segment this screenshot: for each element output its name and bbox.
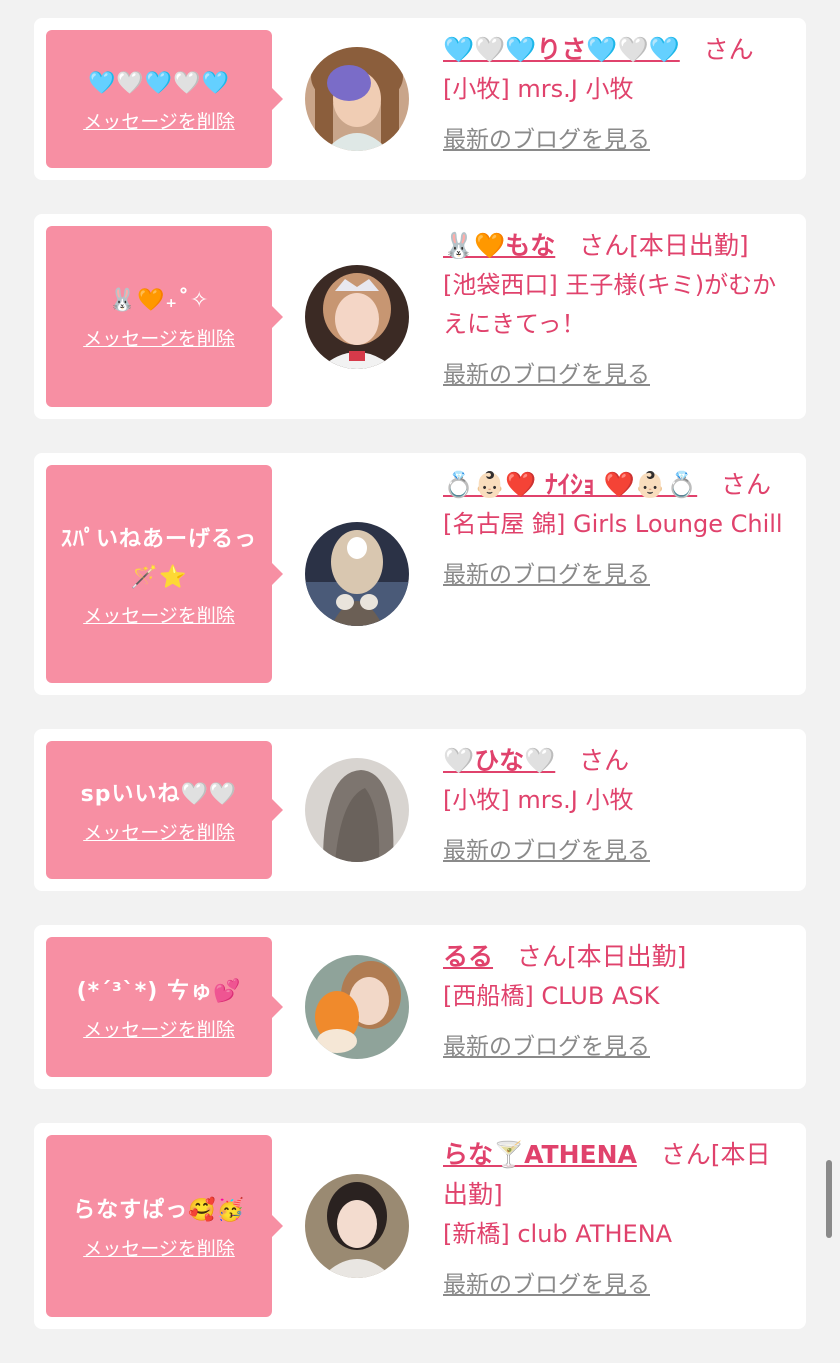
honorific: さん: [721, 470, 772, 499]
attendance-status: [本日出勤]: [629, 231, 749, 260]
honorific: さん: [579, 231, 630, 260]
cast-info: 🤍ひな🤍 さん [小牧] mrs.J 小牧 最新のブログを見る: [443, 729, 806, 878]
list-item: らなすぱっ🥰🥳 メッセージを削除 らな🍸ATHENA さん[本日出勤] [新橋]…: [34, 1123, 806, 1329]
avatar[interactable]: [305, 955, 409, 1059]
cast-info: 🐰🧡もな さん[本日出勤] [池袋西口] 王子様(キミ)がむかえにきてっ！ 最新…: [443, 214, 806, 402]
latest-blog-link[interactable]: 最新のブログを見る: [443, 834, 650, 868]
message-text: ｽﾊﾟいねあーげるっ🪄⭐️: [60, 526, 257, 590]
list-item: spいいね🤍🤍 メッセージを削除 🤍ひな🤍 さん [小牧] mrs.J 小牧 最…: [34, 729, 806, 891]
honorific: さん: [703, 35, 754, 64]
profile-photo-icon: [305, 758, 409, 862]
name-line: 🐰🧡もな さん[本日出勤]: [443, 226, 790, 266]
avatar[interactable]: [305, 264, 409, 369]
cast-info: るる さん[本日出勤] [西船橋] CLUB ASK 最新のブログを見る: [443, 925, 806, 1074]
honorific: さん: [516, 942, 567, 971]
name-line: らな🍸ATHENA さん[本日出勤]: [443, 1135, 790, 1215]
cast-name-link[interactable]: 🐰🧡もな: [443, 231, 555, 260]
shop-name: [小牧] mrs.J 小牧: [443, 75, 634, 103]
cast-info: らな🍸ATHENA さん[本日出勤] [新橋] club ATHENA 最新のブ…: [443, 1123, 806, 1312]
cast-name-link[interactable]: 🤍ひな🤍: [443, 746, 555, 775]
latest-blog-link[interactable]: 最新のブログを見る: [443, 1030, 650, 1064]
message-bubble: 🩵🤍🩵🤍🩵 メッセージを削除: [46, 30, 283, 168]
message-bubble: ｽﾊﾟいねあーげるっ🪄⭐️ メッセージを削除: [46, 465, 283, 683]
delete-message-link[interactable]: メッセージを削除: [83, 1234, 235, 1261]
message-bubble: spいいね🤍🤍 メッセージを削除: [46, 741, 283, 879]
list-item: 🐰🧡₊˚✧ メッセージを削除 🐰🧡もな さん[本日出勤] [池袋西口] 王子様(…: [34, 214, 806, 419]
cast-info: 🩵🤍🩵りさ🩵🤍🩵 さん [小牧] mrs.J 小牧 最新のブログを見る: [443, 18, 806, 167]
cast-info: 💍👶🏻❤️ ﾅｲｼｮ ❤️👶🏻💍 さん [名古屋 錦] Girls Lounge…: [443, 453, 806, 602]
latest-blog-link[interactable]: 最新のブログを見る: [443, 123, 650, 157]
name-line: るる さん[本日出勤]: [443, 937, 790, 977]
message-text: 🐰🧡₊˚✧: [108, 288, 210, 313]
cast-name-link[interactable]: 💍👶🏻❤️ ﾅｲｼｮ ❤️👶🏻💍: [443, 470, 697, 499]
delete-message-link[interactable]: メッセージを削除: [83, 601, 235, 628]
message-text: (*´³`*) ㄘゅ💕: [76, 978, 242, 1004]
delete-message-link[interactable]: メッセージを削除: [83, 324, 235, 351]
name-line: 🩵🤍🩵りさ🩵🤍🩵 さん: [443, 30, 790, 70]
avatar[interactable]: [305, 758, 409, 862]
list-item: ｽﾊﾟいねあーげるっ🪄⭐️ メッセージを削除 💍👶🏻❤️ ﾅｲｼｮ ❤️👶🏻💍 …: [34, 453, 806, 695]
shop-name: [西船橋] CLUB ASK: [443, 982, 660, 1010]
message-bubble: らなすぱっ🥰🥳 メッセージを削除: [46, 1135, 283, 1317]
name-line: 💍👶🏻❤️ ﾅｲｼｮ ❤️👶🏻💍 さん: [443, 465, 790, 505]
message-text: spいいね🤍🤍: [80, 781, 238, 807]
latest-blog-link[interactable]: 最新のブログを見る: [443, 558, 650, 592]
message-bubble: (*´³`*) ㄘゅ💕 メッセージを削除: [46, 937, 283, 1077]
honorific: さん: [660, 1140, 711, 1169]
shop-name: [池袋西口] 王子様(キミ)がむかえにきてっ！: [443, 271, 777, 338]
liked-list: 🩵🤍🩵🤍🩵 メッセージを削除 🩵🤍🩵りさ🩵🤍🩵 さん [小牧] mrs.J 小牧…: [34, 18, 806, 1363]
shop-name: [小牧] mrs.J 小牧: [443, 786, 634, 814]
cast-name-link[interactable]: らな🍸ATHENA: [443, 1140, 637, 1169]
profile-photo-icon: [305, 522, 409, 626]
shop-name: [名古屋 錦] Girls Lounge Chill: [443, 510, 783, 538]
latest-blog-link[interactable]: 最新のブログを見る: [443, 1268, 650, 1302]
avatar[interactable]: [305, 1174, 409, 1278]
list-item: (*´³`*) ㄘゅ💕 メッセージを削除 るる さん[本日出勤] [西船橋] C…: [34, 925, 806, 1089]
delete-message-link[interactable]: メッセージを削除: [83, 1015, 235, 1042]
profile-photo-icon: [305, 47, 409, 151]
cast-name-link[interactable]: るる: [443, 942, 493, 971]
avatar[interactable]: [305, 47, 409, 151]
attendance-status: [本日出勤]: [566, 942, 687, 971]
profile-photo-icon: [305, 1174, 409, 1278]
name-line: 🤍ひな🤍 さん: [443, 741, 790, 781]
avatar[interactable]: [305, 522, 409, 626]
scrollbar[interactable]: [826, 1160, 832, 1238]
shop-name: [新橋] club ATHENA: [443, 1220, 673, 1248]
profile-photo-icon: [305, 264, 409, 369]
honorific: さん: [579, 746, 630, 775]
latest-blog-link[interactable]: 最新のブログを見る: [443, 358, 650, 392]
cast-name-link[interactable]: 🩵🤍🩵りさ🩵🤍🩵: [443, 35, 680, 64]
delete-message-link[interactable]: メッセージを削除: [83, 818, 235, 845]
message-text: らなすぱっ🥰🥳: [73, 1197, 245, 1223]
message-text: 🩵🤍🩵🤍🩵: [88, 70, 230, 96]
profile-photo-icon: [305, 955, 409, 1059]
list-item: 🩵🤍🩵🤍🩵 メッセージを削除 🩵🤍🩵りさ🩵🤍🩵 さん [小牧] mrs.J 小牧…: [34, 18, 806, 180]
message-bubble: 🐰🧡₊˚✧ メッセージを削除: [46, 226, 283, 407]
delete-message-link[interactable]: メッセージを削除: [83, 107, 235, 134]
